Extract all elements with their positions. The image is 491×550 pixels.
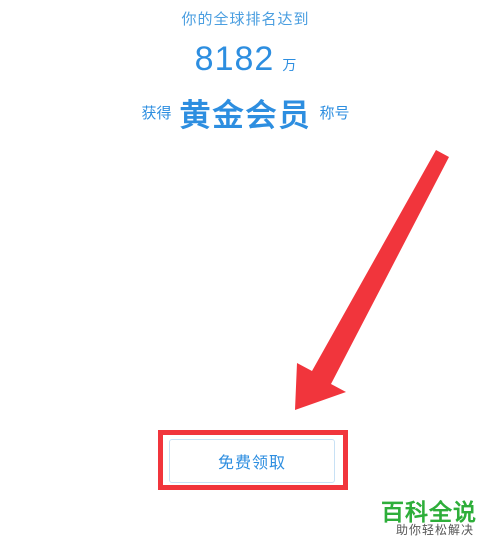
- watermark-subtitle: 助你轻松解决: [395, 523, 474, 537]
- claim-free-button[interactable]: 免费领取: [169, 439, 335, 483]
- red-arrow-shape: [295, 150, 449, 410]
